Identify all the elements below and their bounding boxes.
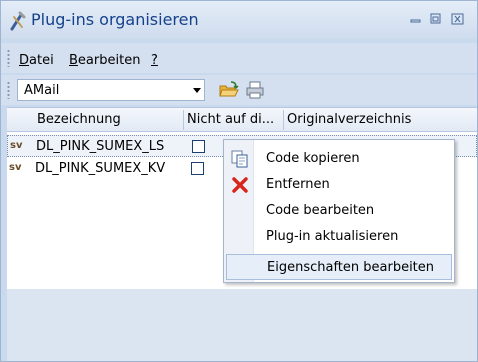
sv-plugin-icon: sv xyxy=(9,162,22,173)
column-divider[interactable] xyxy=(183,110,184,130)
restore-icon[interactable] xyxy=(429,13,443,25)
empty-list-area xyxy=(7,289,477,361)
printer-icon[interactable] xyxy=(245,80,265,100)
title-bar[interactable]: Plug-ins organisieren xyxy=(1,1,477,39)
plugin-name: DL_PINK_SUMEX_KV xyxy=(35,161,166,176)
window-title: Plug-ins organisieren xyxy=(31,10,199,29)
plugin-group-select[interactable]: AMail xyxy=(17,79,205,101)
close-icon[interactable] xyxy=(451,13,465,25)
column-header-nicht-auf[interactable]: Nicht auf di... xyxy=(187,112,283,127)
menu-item-label: Code bearbeiten xyxy=(266,203,375,218)
plugin-manager-window: Plug-ins organisieren Datei Bearbeiten ?… xyxy=(0,0,478,362)
chevron-down-icon[interactable] xyxy=(193,88,201,93)
menu-item-code-kopieren[interactable]: Code kopieren xyxy=(224,146,454,172)
toolbar: AMail xyxy=(1,75,477,105)
menu-item-eigenschaften-bearbeiten[interactable]: Eigenschaften bearbeiten xyxy=(226,254,452,280)
toolbar-grip-icon[interactable] xyxy=(7,81,10,99)
column-divider[interactable] xyxy=(283,110,284,130)
menubar-grip-icon[interactable] xyxy=(7,49,10,67)
folder-open-icon[interactable] xyxy=(219,80,239,100)
column-header-row: Bezeichnung Nicht auf di... Originalverz… xyxy=(7,108,477,132)
menu-item-label: Code kopieren xyxy=(266,151,360,166)
menu-item-code-bearbeiten[interactable]: Code bearbeiten xyxy=(224,198,454,224)
context-menu: Code kopieren Entfernen Code bearbeiten … xyxy=(223,139,455,283)
sv-plugin-icon: sv xyxy=(10,140,23,151)
row-checkbox[interactable] xyxy=(192,140,205,153)
plugin-group-value: AMail xyxy=(24,83,60,98)
column-header-bezeichnung[interactable]: Bezeichnung xyxy=(37,112,183,127)
menu-bearbeiten[interactable]: Bearbeiten xyxy=(69,53,140,68)
copy-icon xyxy=(230,149,250,169)
menu-item-plugin-aktualisieren[interactable]: Plug-in aktualisieren xyxy=(224,224,454,250)
menu-item-entfernen[interactable]: Entfernen xyxy=(224,172,454,198)
plugin-name: DL_PINK_SUMEX_LS xyxy=(36,139,165,154)
menu-help[interactable]: ? xyxy=(151,53,158,68)
menu-item-label: Eigenschaften bearbeiten xyxy=(267,260,435,275)
delete-x-icon xyxy=(230,175,250,195)
column-header-originalverzeichnis[interactable]: Originalverzeichnis xyxy=(287,112,473,127)
menu-item-label: Plug-in aktualisieren xyxy=(266,229,399,244)
wrench-icon xyxy=(9,11,27,31)
menu-bar: Datei Bearbeiten ? xyxy=(1,43,477,73)
menu-datei[interactable]: Datei xyxy=(19,53,54,68)
row-checkbox[interactable] xyxy=(191,162,204,175)
menu-item-label: Entfernen xyxy=(266,177,330,192)
minimize-icon[interactable] xyxy=(409,13,423,25)
